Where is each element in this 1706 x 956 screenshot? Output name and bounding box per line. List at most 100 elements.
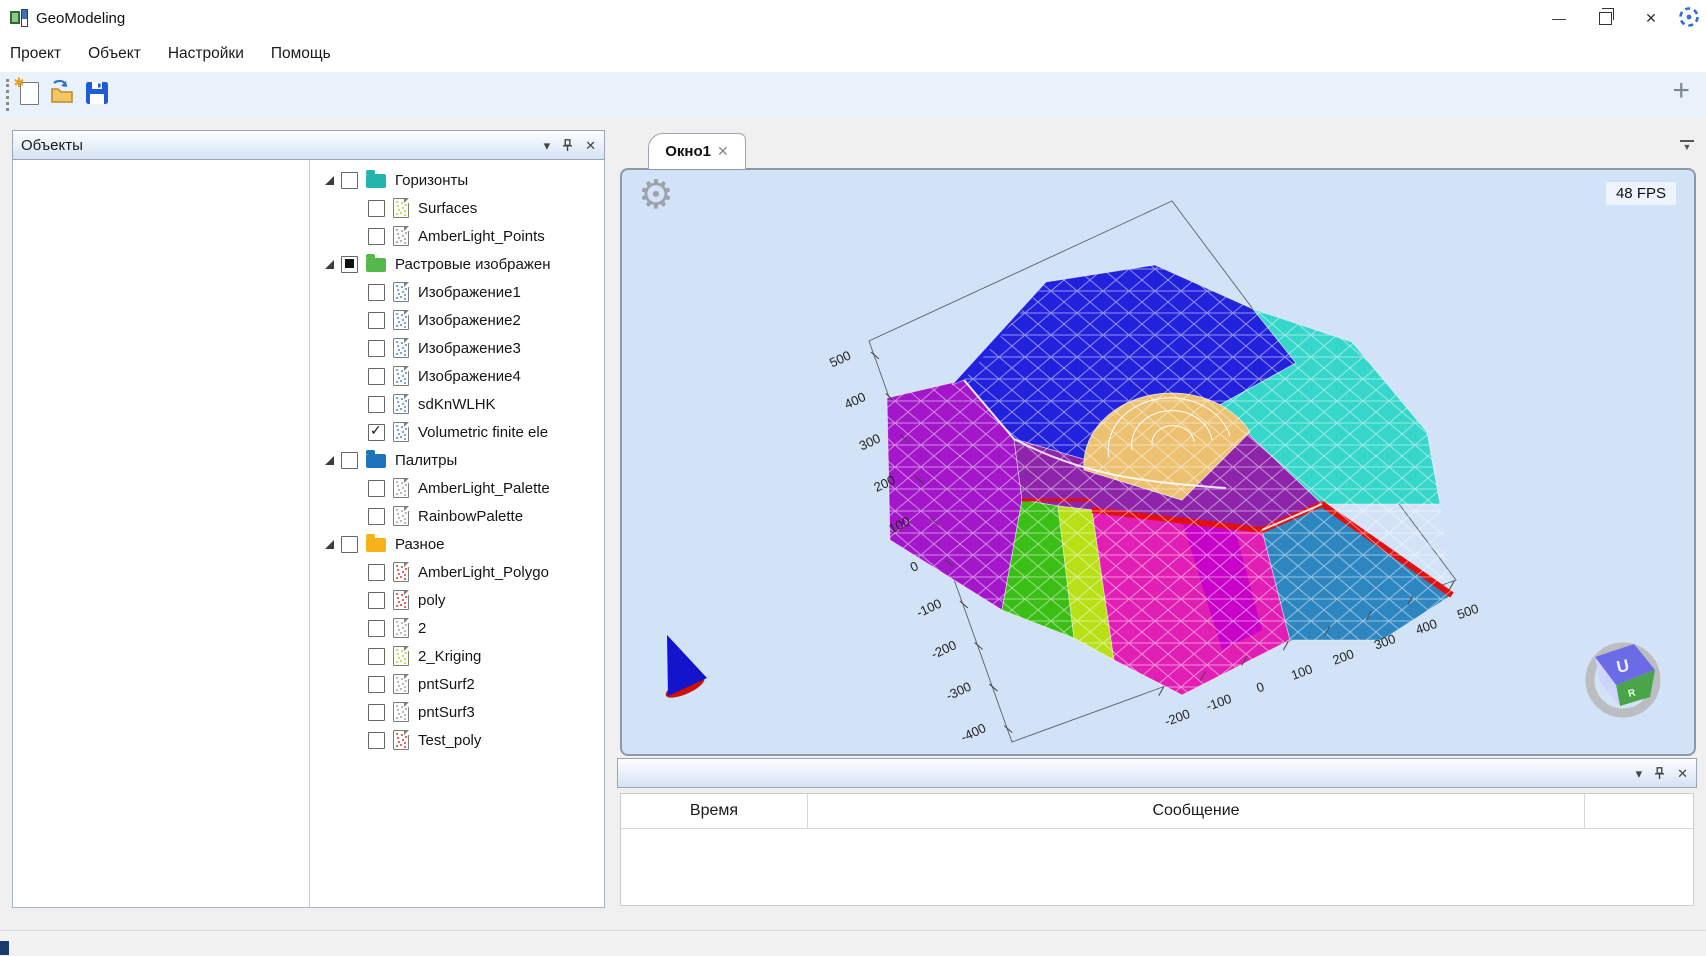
- new-project-button[interactable]: ✱: [14, 78, 44, 108]
- document-icon: [393, 646, 409, 666]
- tree-checkbox[interactable]: [368, 648, 385, 665]
- document-icon: [393, 394, 409, 414]
- fps-counter: 48 FPS: [1606, 182, 1676, 205]
- tree-row[interactable]: Палитры: [310, 446, 604, 474]
- panel-close-icon[interactable]: ✕: [1677, 767, 1688, 780]
- document-icon: [393, 590, 409, 610]
- column-message[interactable]: Сообщение: [808, 794, 1584, 828]
- panel-menu-icon[interactable]: ▾: [544, 139, 551, 152]
- tree-checkbox[interactable]: [368, 396, 385, 413]
- tree-checkbox[interactable]: [368, 424, 385, 441]
- menu-settings[interactable]: Настройки: [168, 45, 244, 63]
- viewport-window1[interactable]: 5004003002001000-100-200-300-400 -200-10…: [620, 168, 1696, 756]
- tree-row[interactable]: RainbowPalette: [310, 502, 604, 530]
- tree-row[interactable]: Изображение3: [310, 334, 604, 362]
- tree-row[interactable]: Surfaces: [310, 194, 604, 222]
- tree-checkbox[interactable]: [368, 732, 385, 749]
- tree-checkbox[interactable]: [341, 452, 358, 469]
- folder-icon: [366, 258, 386, 272]
- tree-checkbox[interactable]: [368, 284, 385, 301]
- tree-checkbox[interactable]: [368, 368, 385, 385]
- expander-icon[interactable]: [322, 454, 335, 467]
- tree-checkbox[interactable]: [341, 172, 358, 189]
- axis-label: -300: [944, 679, 974, 704]
- axis-label: 0: [1254, 679, 1266, 696]
- document-icon: [393, 198, 409, 218]
- panel-close-icon[interactable]: ✕: [585, 139, 596, 152]
- tree-row[interactable]: AmberLight_Points: [310, 222, 604, 250]
- screen-capture-badge-icon: [1674, 3, 1704, 33]
- open-project-button[interactable]: [48, 78, 78, 108]
- title-bar: GeoModeling — ✕: [0, 0, 1706, 36]
- tree-row[interactable]: pntSurf2: [310, 670, 604, 698]
- tree-checkbox[interactable]: [368, 620, 385, 637]
- status-bar: [0, 930, 1706, 956]
- expander-icon[interactable]: [322, 538, 335, 551]
- tree-checkbox[interactable]: [341, 256, 358, 273]
- new-file-icon: ✱: [20, 82, 39, 105]
- tree-row[interactable]: Растровые изображен: [310, 250, 604, 278]
- pin-icon[interactable]: [1654, 767, 1665, 780]
- tree-row[interactable]: AmberLight_Palette: [310, 474, 604, 502]
- object-tree: ГоризонтыSurfacesAmberLight_PointsРастро…: [309, 160, 604, 907]
- close-button[interactable]: ✕: [1628, 0, 1674, 36]
- folder-icon: [366, 174, 386, 188]
- tree-checkbox[interactable]: [368, 480, 385, 497]
- tree-checkbox[interactable]: [368, 228, 385, 245]
- tab-list-icon[interactable]: ▼: [1680, 140, 1694, 152]
- tree-checkbox[interactable]: [368, 340, 385, 357]
- tree-item-label: 2: [418, 620, 426, 637]
- expander-icon[interactable]: [322, 174, 335, 187]
- tree-row[interactable]: sdKnWLHK: [310, 390, 604, 418]
- window-title: GeoModeling: [36, 10, 125, 27]
- tree-row[interactable]: Test_poly: [310, 726, 604, 754]
- tab-window1[interactable]: Окно1 ✕: [648, 133, 746, 169]
- tree-row[interactable]: Изображение4: [310, 362, 604, 390]
- tree-row[interactable]: Изображение1: [310, 278, 604, 306]
- tree-checkbox[interactable]: [368, 200, 385, 217]
- restore-button[interactable]: [1582, 0, 1628, 36]
- menu-project[interactable]: Проект: [10, 45, 61, 63]
- menu-object[interactable]: Объект: [88, 45, 141, 63]
- document-icon: [393, 562, 409, 582]
- document-icon: [393, 478, 409, 498]
- nav-cube-widget: U R: [1590, 644, 1656, 713]
- objects-panel-body: ГоризонтыSurfacesAmberLight_PointsРастро…: [12, 160, 605, 908]
- tree-row[interactable]: Изображение2: [310, 306, 604, 334]
- tree-row[interactable]: poly: [310, 586, 604, 614]
- axis-label: -400: [958, 720, 988, 745]
- tree-row[interactable]: 2_Kriging: [310, 642, 604, 670]
- menu-bar: Проект Объект Настройки Помощь: [0, 36, 1706, 72]
- tree-checkbox[interactable]: [368, 508, 385, 525]
- panel-menu-icon[interactable]: ▾: [1636, 767, 1643, 780]
- document-icon: [393, 730, 409, 750]
- tree-row[interactable]: pntSurf3: [310, 698, 604, 726]
- tree-row[interactable]: 2: [310, 614, 604, 642]
- tree-item-label: 2_Kriging: [418, 648, 481, 665]
- menu-help[interactable]: Помощь: [271, 45, 331, 63]
- tree-checkbox[interactable]: [368, 676, 385, 693]
- tree-checkbox[interactable]: [368, 564, 385, 581]
- tree-row[interactable]: Горизонты: [310, 166, 604, 194]
- axis-label: 300: [857, 431, 883, 454]
- tree-row[interactable]: Volumetric finite ele: [310, 418, 604, 446]
- viewport-settings-gear-icon[interactable]: ⚙: [638, 172, 674, 218]
- expander-icon[interactable]: [322, 258, 335, 271]
- tab-close-icon[interactable]: ✕: [717, 143, 729, 160]
- tree-checkbox[interactable]: [368, 704, 385, 721]
- document-icon: [393, 506, 409, 526]
- toolbar-grip[interactable]: [6, 79, 12, 111]
- minimize-button[interactable]: —: [1536, 0, 1582, 36]
- column-time[interactable]: Время: [621, 794, 808, 828]
- add-panel-button[interactable]: +: [1672, 74, 1690, 108]
- tab-label: Окно1: [665, 143, 711, 160]
- tree-checkbox[interactable]: [341, 536, 358, 553]
- tree-checkbox[interactable]: [368, 312, 385, 329]
- axis-label: 500: [827, 348, 853, 371]
- pin-icon[interactable]: [562, 139, 573, 152]
- tree-checkbox[interactable]: [368, 592, 385, 609]
- tree-row[interactable]: AmberLight_Polygo: [310, 558, 604, 586]
- save-project-button[interactable]: [82, 78, 112, 108]
- tree-row[interactable]: Разное: [310, 530, 604, 558]
- document-icon: [393, 226, 409, 246]
